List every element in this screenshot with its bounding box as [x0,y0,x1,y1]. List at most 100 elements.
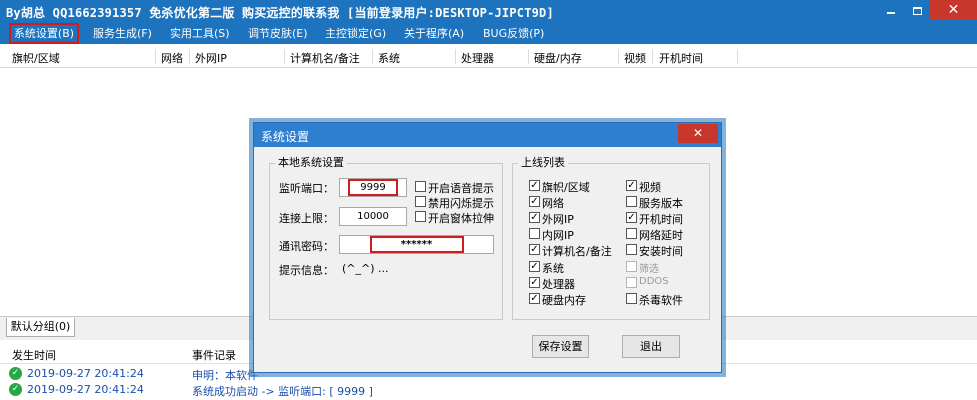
column-divider [372,49,373,64]
checkbox-label: 网络延时 [639,229,683,242]
local-settings-legend: 本地系统设置 [275,157,347,169]
checkbox-label: 内网IP [542,229,574,242]
checkbox-box: ✓ [529,244,540,255]
column-boot-time[interactable]: 开机时间 [659,50,703,66]
checkbox-label: 处理器 [542,278,575,291]
password-input[interactable]: ****** [339,235,494,254]
save-settings-button[interactable]: 保存设置 [532,335,589,358]
column-divider [155,49,156,64]
column-hostname[interactable]: 计算机名/备注 [290,50,360,66]
menu-lock[interactable]: 主控锁定(G) [325,25,386,42]
limit-label: 连接上限： [279,212,334,225]
checkbox-box: ✓ [529,212,540,223]
menu-tools[interactable]: 实用工具(S) [170,25,230,42]
menu-skin[interactable]: 调节皮肤(E) [248,25,308,42]
column-os[interactable]: 系统 [378,50,400,66]
close-icon: ✕ [692,126,704,140]
column-cpu[interactable]: 处理器 [461,50,494,66]
checkbox-label: 杀毒软件 [639,294,683,307]
checkbox-box: ✓ [626,180,637,191]
checkbox-label: 视频 [639,181,661,194]
checkbox-label: 开机时间 [639,213,683,226]
checkbox-label: 服务版本 [639,197,683,210]
checkbox-label: 安装时间 [639,245,683,258]
checkbox-label: DDOS [639,276,669,287]
check-circle-icon: ✓ [9,383,22,396]
minimize-button[interactable] [878,0,904,20]
checkbox-box [626,228,637,239]
checkbox-label: 禁用闪烁提示 [428,197,494,210]
log-message: 系统成功启动 -> 监听端口: [ 9999 ] [192,385,373,398]
log-column-event[interactable]: 事件记录 [192,347,236,363]
menu-about[interactable]: 关于程序(A) [404,25,464,42]
check-circle-icon: ✓ [9,367,22,380]
column-flag-region[interactable]: 旗帜/区域 [12,50,60,66]
log-time: 2019-09-27 20:41:24 [27,367,144,380]
password-value: ****** [369,236,464,253]
log-time: 2019-09-27 20:41:24 [27,383,144,396]
close-button[interactable]: ✕ [930,0,977,20]
column-divider [528,49,529,64]
log-message: 申明：本软件 [192,369,258,382]
password-label: 通讯密码： [279,240,334,253]
checkbox-box: ✓ [529,277,540,288]
column-divider [189,49,190,64]
checkbox-label: 系统 [542,262,564,275]
limit-input[interactable]: 10000 [339,207,407,226]
title-bar: By胡总 QQ1662391357 免杀优化第二版 购买远控的联系我 [当前登录… [0,0,977,23]
hint-label: 提示信息： [279,264,334,277]
maximize-icon [912,6,922,15]
checkbox-label: 旗帜/区域 [542,181,590,194]
checkbox-box [415,211,426,222]
settings-dialog: 系统设置 ✕ 本地系统设置 监听端口： 9999 连接上限： 10000 通讯密… [253,122,722,373]
close-icon: ✕ [947,2,960,18]
checkbox-box: ✓ [626,212,637,223]
checkbox-box: ✓ [529,293,540,304]
host-list-header: 旗帜/区域 网络 外网IP 计算机名/备注 系统 处理器 硬盘/内存 视频 开机… [0,46,977,68]
menu-build-service[interactable]: 服务生成(F) [93,25,152,42]
checkbox-box [415,196,426,207]
log-row[interactable]: ✓ 2019-09-27 20:41:24 系统成功启动 -> 监听端口: [ … [0,382,977,398]
column-divider [455,49,456,64]
tab-default-group[interactable]: 默认分组(0) [6,318,75,337]
column-divider [652,49,653,64]
checkbox-box [415,181,426,192]
dialog-title-bar[interactable]: 系统设置 ✕ [254,123,721,147]
column-divider [618,49,619,64]
checkbox-label: 开启语音提示 [428,182,494,195]
checkbox-box: ✓ [529,180,540,191]
log-column-time[interactable]: 发生时间 [12,347,56,363]
checkbox-label: 开启窗体拉伸 [428,212,494,225]
minimize-icon [887,11,895,14]
maximize-button[interactable] [906,0,928,20]
column-divider [284,49,285,64]
menu-bug-report[interactable]: BUG反馈(P) [483,25,544,42]
hint-value: (^_^) ... [342,262,389,275]
dialog-title: 系统设置 [261,130,310,144]
column-disk-memory[interactable]: 硬盘/内存 [534,50,582,66]
checkbox-label: 计算机名/备注 [542,245,612,258]
column-video[interactable]: 视频 [624,50,646,66]
dialog-close-button[interactable]: ✕ [678,124,718,143]
column-network[interactable]: 网络 [161,50,183,66]
checkbox-box: ✓ [529,196,540,207]
checkbox-box [626,293,637,304]
checkbox-label: 网络 [542,197,564,210]
port-input[interactable]: 9999 [339,178,407,197]
checkbox-label: 外网IP [542,213,574,226]
window-title: By胡总 QQ1662391357 免杀优化第二版 购买远控的联系我 [当前登录… [6,6,554,20]
online-list-legend: 上线列表 [518,157,568,169]
checkbox-box [626,196,637,207]
menu-system-settings[interactable]: 系统设置(B) [9,23,79,44]
local-settings-group: 本地系统设置 监听端口： 9999 连接上限： 10000 通讯密码： ****… [269,157,503,320]
checkbox-box [626,244,637,255]
checkbox-box [529,228,540,239]
exit-button[interactable]: 退出 [622,335,680,358]
checkbox-label: 筛选 [639,264,659,275]
checkbox-box [626,261,637,272]
column-public-ip[interactable]: 外网IP [195,50,227,66]
column-divider [737,49,738,64]
checkbox-box [626,277,637,288]
port-value: 9999 [348,179,398,196]
checkbox-label: 硬盘内存 [542,294,586,307]
